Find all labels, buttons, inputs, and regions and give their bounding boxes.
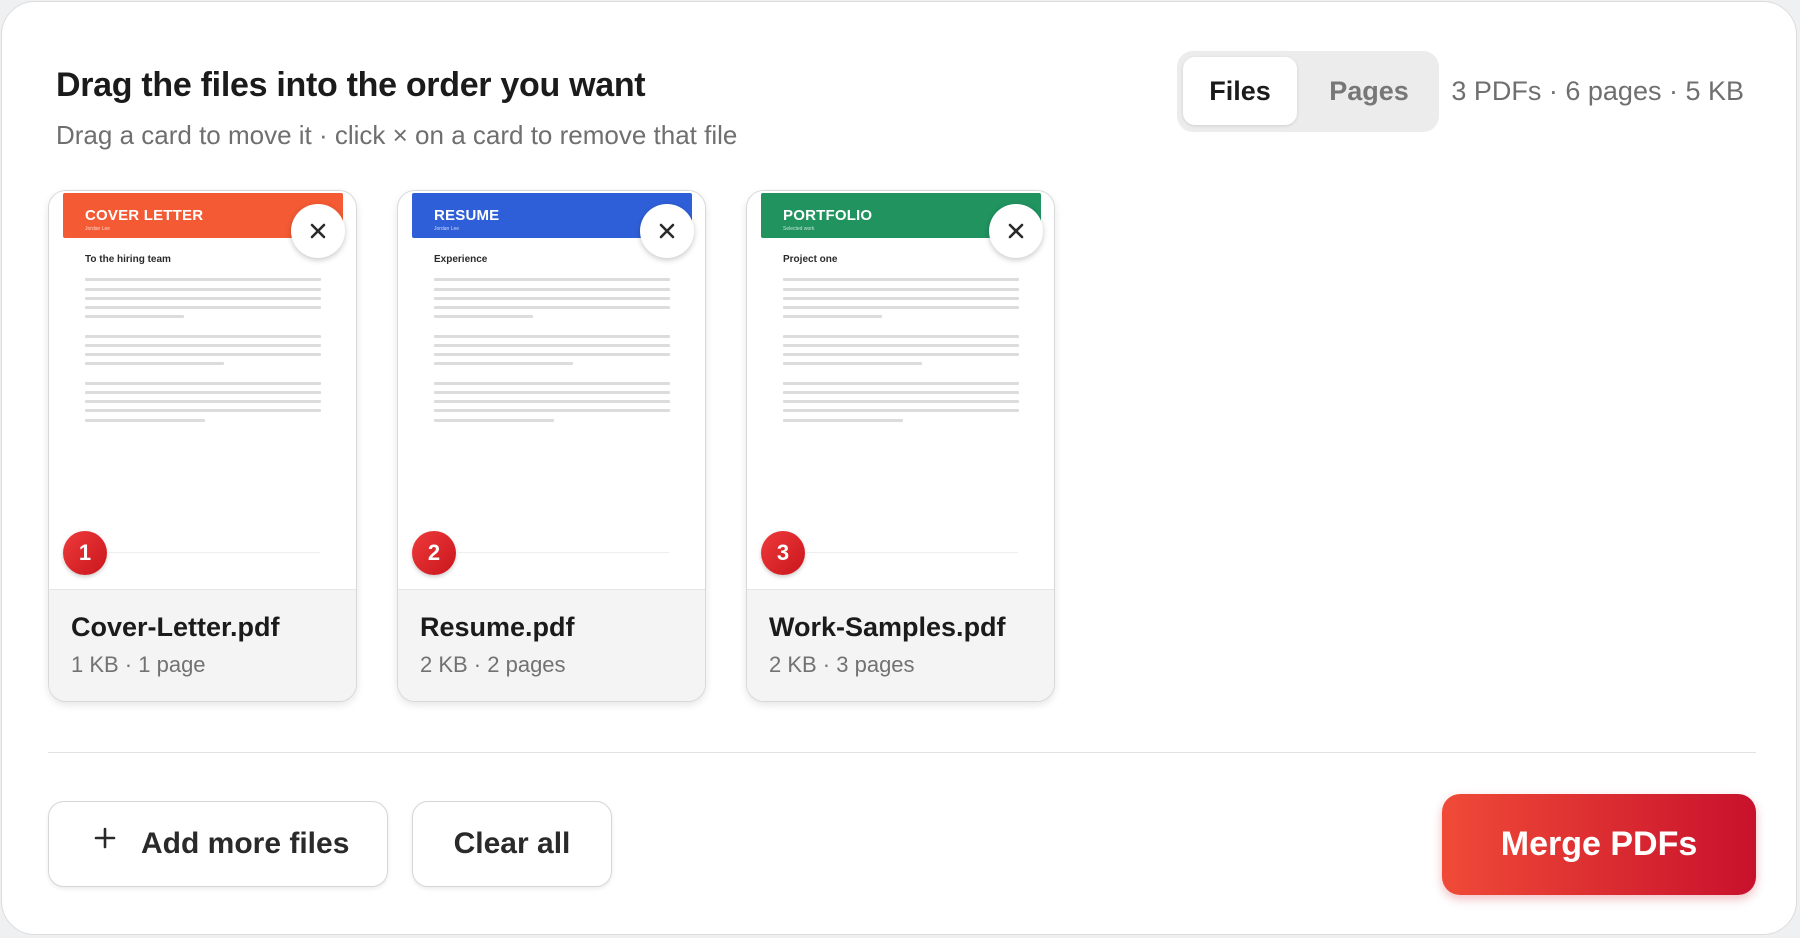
remove-file-button[interactable]: [640, 204, 694, 258]
page-subtitle: Drag a card to move it · click × on a ca…: [56, 120, 738, 150]
preview-title: PORTFOLIO: [783, 207, 873, 224]
preview-subtitle: Jordan Lee: [434, 226, 460, 232]
pdf-preview: PORTFOLIO Selected work Project one 3: [747, 191, 1054, 589]
order-badge: 2: [412, 531, 456, 575]
preview-title: COVER LETTER: [85, 207, 204, 224]
file-meta: 1 KB · 1 page: [71, 652, 206, 677]
file-card[interactable]: COVER LETTER Jordan Lee To the hiring te…: [48, 190, 357, 702]
card-footer: Work-Samples.pdf 2 KB · 3 pages: [747, 589, 1054, 701]
view-toggle: Files Pages: [1177, 51, 1439, 132]
files-summary: 3 PDFs · 6 pages · 5 KB: [1451, 76, 1744, 106]
preview-heading: Project one: [783, 254, 838, 265]
file-name: Cover-Letter.pdf: [71, 612, 280, 642]
merge-panel: Drag the files into the order you want D…: [1, 1, 1797, 935]
card-footer: Resume.pdf 2 KB · 2 pages: [398, 589, 705, 701]
file-name: Resume.pdf: [420, 612, 575, 642]
add-more-files-label: Add more files: [141, 827, 350, 860]
close-icon: [310, 223, 326, 239]
merge-pdfs-button[interactable]: Merge PDFs: [1442, 794, 1756, 895]
close-icon: [659, 223, 675, 239]
pdf-preview: COVER LETTER Jordan Lee To the hiring te…: [49, 191, 356, 589]
tab-files[interactable]: Files: [1183, 57, 1297, 125]
file-meta: 2 KB · 2 pages: [420, 652, 566, 677]
add-more-files-button[interactable]: Add more files: [48, 801, 388, 887]
preview-heading: Experience: [434, 254, 488, 265]
order-badge: 3: [761, 531, 805, 575]
pdf-preview: RESUME Jordan Lee Experience 2: [398, 191, 705, 589]
tab-pages[interactable]: Pages: [1305, 57, 1433, 125]
file-card[interactable]: RESUME Jordan Lee Experience 2 Resume.pd…: [397, 190, 706, 702]
clear-all-button[interactable]: Clear all: [412, 801, 612, 887]
order-badge: 1: [63, 531, 107, 575]
preview-heading: To the hiring team: [85, 254, 171, 265]
preview-subtitle: Selected work: [783, 226, 815, 232]
preview-title: RESUME: [434, 207, 500, 224]
remove-file-button[interactable]: [989, 204, 1043, 258]
file-meta: 2 KB · 3 pages: [769, 652, 915, 677]
remove-file-button[interactable]: [291, 204, 345, 258]
close-icon: [1008, 223, 1024, 239]
card-footer: Cover-Letter.pdf 1 KB · 1 page: [49, 589, 356, 701]
plus-icon: [94, 827, 116, 849]
page-title: Drag the files into the order you want: [56, 66, 646, 104]
file-name: Work-Samples.pdf: [769, 612, 1006, 642]
file-card[interactable]: PORTFOLIO Selected work Project one 3 Wo…: [746, 190, 1055, 702]
divider: [48, 752, 1756, 753]
preview-subtitle: Jordan Lee: [85, 226, 111, 232]
